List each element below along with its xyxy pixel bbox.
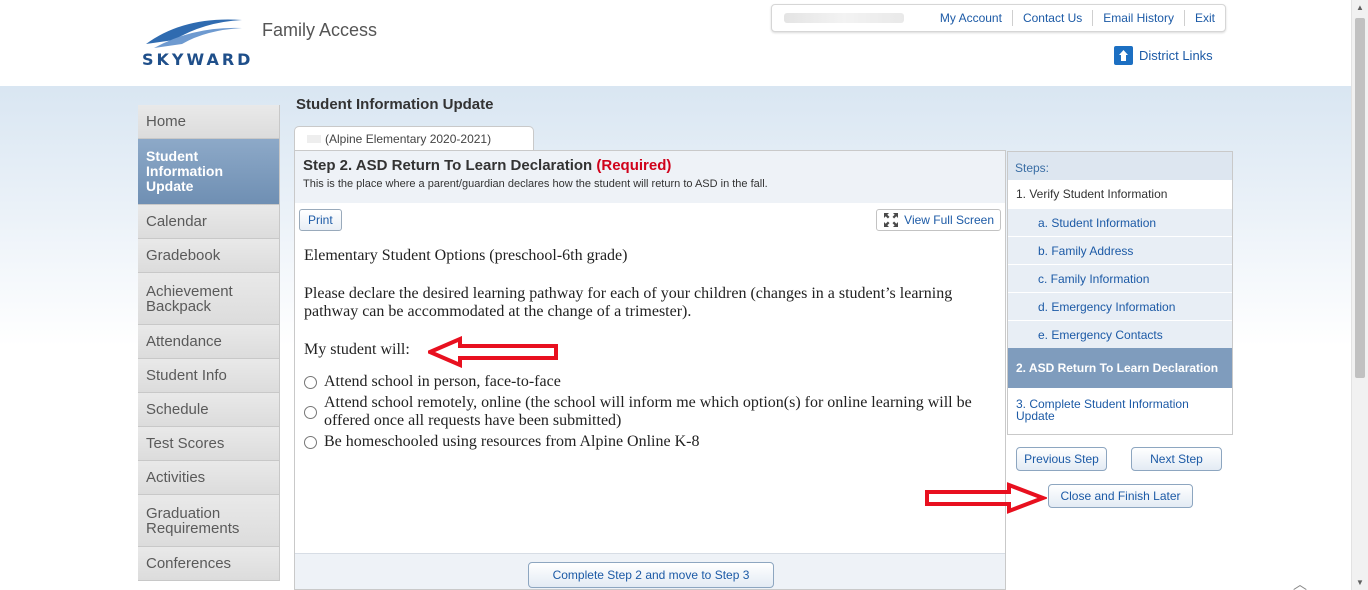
sidebar-item-gradebook[interactable]: Gradebook: [138, 239, 280, 273]
email-history-link[interactable]: Email History: [1092, 10, 1184, 26]
instruction-text: Please declare the desired learning path…: [304, 285, 953, 320]
step-title-text: Step 2. ASD Return To Learn Declaration: [303, 157, 593, 174]
top-links-bar: My Account Contact Us Email History Exit: [771, 4, 1226, 32]
option-homeschool[interactable]: Be homeschooled using resources from Alp…: [304, 433, 994, 451]
sidebar-item-graduation-requirements[interactable]: Graduation Requirements: [138, 495, 280, 547]
step-verify-student-information[interactable]: 1. Verify Student Information: [1008, 180, 1232, 208]
sidebar-item-activities[interactable]: Activities: [138, 461, 280, 495]
sidebar-item-attendance[interactable]: Attendance: [138, 325, 280, 359]
step-description: This is the place where a parent/guardia…: [303, 178, 768, 190]
logo-swoosh-icon: [146, 19, 242, 48]
sidebar-item-test-scores[interactable]: Test Scores: [138, 427, 280, 461]
skyward-logo[interactable]: SKYWARD: [140, 14, 250, 72]
view-full-screen-button[interactable]: View Full Screen: [876, 209, 1001, 231]
radio-icon[interactable]: [304, 436, 317, 449]
radio-icon[interactable]: [304, 376, 317, 389]
district-links-label: District Links: [1139, 48, 1213, 63]
view-full-screen-label: View Full Screen: [904, 213, 994, 227]
option-label: Attend school in person, face-to-face: [324, 373, 561, 390]
scroll-down-icon[interactable]: ▼: [1356, 578, 1364, 587]
step-title: Step 2. ASD Return To Learn Declaration …: [303, 157, 997, 174]
sidebar-item-achievement-backpack[interactable]: Achievement Backpack: [138, 273, 280, 325]
step-asd-return-to-learn[interactable]: 2. ASD Return To Learn Declaration: [1008, 348, 1232, 388]
sidebar-item-conferences[interactable]: Conferences: [138, 547, 280, 581]
previous-step-button[interactable]: Previous Step: [1016, 447, 1107, 471]
pathway-options: Attend school in person, face-to-face At…: [304, 373, 994, 451]
complete-step-button[interactable]: Complete Step 2 and move to Step 3: [528, 562, 774, 588]
step-student-information[interactable]: a. Student Information: [1008, 208, 1232, 236]
content-panel: Step 2. ASD Return To Learn Declaration …: [294, 150, 1006, 590]
exit-link[interactable]: Exit: [1183, 10, 1225, 26]
scroll-up-icon[interactable]: ▲: [1356, 3, 1364, 12]
sidebar-item-student-information-update[interactable]: Student Information Update: [138, 139, 280, 205]
steps-header: Steps:: [1008, 152, 1232, 180]
sidebar-item-calendar[interactable]: Calendar: [138, 205, 280, 239]
option-in-person[interactable]: Attend school in person, face-to-face: [304, 373, 994, 391]
option-label: Attend school remotely, online (the scho…: [324, 394, 972, 429]
print-button[interactable]: Print: [299, 209, 342, 231]
close-and-finish-later-button[interactable]: Close and Finish Later: [1048, 484, 1193, 508]
steps-panel: Steps: 1. Verify Student Information a. …: [1007, 151, 1233, 435]
step-emergency-information[interactable]: d. Emergency Information: [1008, 292, 1232, 320]
tab-label: (Alpine Elementary 2020-2021): [325, 131, 492, 146]
step-emergency-contacts[interactable]: e. Emergency Contacts: [1008, 320, 1232, 348]
next-step-button[interactable]: Next Step: [1131, 447, 1222, 471]
district-links[interactable]: District Links: [1114, 46, 1213, 65]
scroll-thumb[interactable]: [1355, 18, 1365, 378]
back-to-top-icon[interactable]: ︿: [1293, 574, 1307, 590]
required-label: (Required): [596, 157, 672, 174]
page-title: Student Information Update: [296, 96, 494, 113]
logo-text: SKYWARD: [142, 50, 254, 69]
student-name-redacted: [307, 134, 321, 143]
option-remote[interactable]: Attend school remotely, online (the scho…: [304, 394, 994, 430]
page-scrollbar[interactable]: ▲ ▼: [1351, 0, 1368, 590]
user-name-redacted: [784, 13, 904, 23]
sidebar-item-student-info[interactable]: Student Info: [138, 359, 280, 393]
app-title: Family Access: [262, 20, 378, 40]
contact-us-link[interactable]: Contact Us: [1011, 10, 1092, 26]
arrow-annotation-close: [925, 482, 1047, 514]
step-family-information[interactable]: c. Family Information: [1008, 264, 1232, 292]
sidebar-nav: Home Student Information Update Calendar…: [138, 105, 280, 581]
option-label: Be homeschooled using resources from Alp…: [324, 433, 700, 450]
bottom-action-bar: Complete Step 2 and move to Step 3: [295, 553, 1005, 589]
declaration-body: Elementary Student Options (preschool-6t…: [304, 247, 994, 454]
sidebar-item-schedule[interactable]: Schedule: [138, 393, 280, 427]
header: SKYWARD Family Access My Account Contact…: [0, 0, 1351, 86]
sidebar-item-home[interactable]: Home: [138, 105, 280, 139]
step-family-address[interactable]: b. Family Address: [1008, 236, 1232, 264]
arrow-annotation-prompt: [428, 336, 558, 368]
step-header: Step 2. ASD Return To Learn Declaration …: [295, 151, 1005, 203]
district-links-icon: [1114, 46, 1133, 65]
step-complete-update[interactable]: 3. Complete Student Information Update: [1008, 388, 1232, 432]
options-heading: Elementary Student Options (preschool-6t…: [304, 247, 628, 264]
tab-student[interactable]: (Alpine Elementary 2020-2021): [294, 126, 534, 150]
radio-icon[interactable]: [304, 406, 317, 419]
prompt-text: My student will:: [304, 341, 410, 358]
my-account-link[interactable]: My Account: [930, 10, 1012, 26]
fullscreen-icon: [884, 213, 899, 227]
